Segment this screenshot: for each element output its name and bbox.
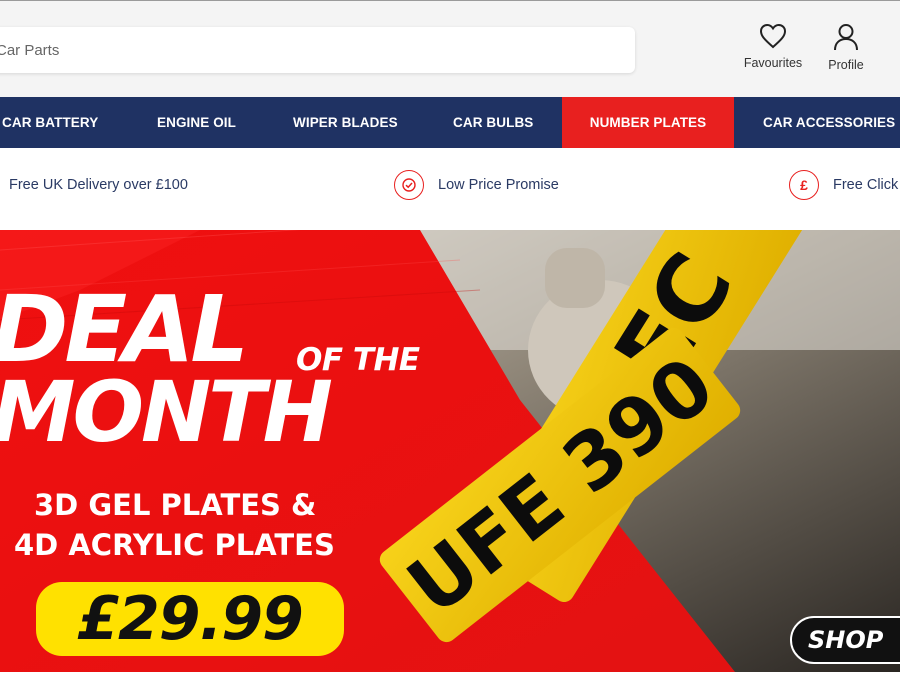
usp-strip: Free UK Delivery over £100 Low Price Pro… [0, 148, 900, 230]
below-hero-area [0, 672, 900, 700]
hero-title-month: MONTH [0, 363, 333, 461]
usp-low-price-text: Low Price Promise [438, 177, 559, 193]
pound-icon: £ [789, 170, 819, 200]
shop-now-button[interactable]: SHOP [790, 616, 900, 664]
usp-free-click-text: Free Click [833, 177, 899, 193]
page: Favourites Profile CAR BATTERY ENGINE OI… [0, 0, 900, 700]
usp-free-delivery: Free UK Delivery over £100 [9, 170, 188, 200]
hero-banner[interactable]: 99 EC UFE 390 DEAL OF THE MONTH 3D GEL P… [0, 230, 900, 672]
nav-item-car-battery[interactable]: CAR BATTERY [2, 97, 98, 148]
nav-item-number-plates[interactable]: NUMBER PLATES [562, 97, 734, 148]
favourites-label: Favourites [743, 56, 803, 70]
usp-free-delivery-text: Free UK Delivery over £100 [9, 177, 188, 193]
profile-label: Profile [828, 58, 864, 72]
nav-item-car-bulbs[interactable]: CAR BULBS [453, 97, 533, 148]
nav-item-car-accessories[interactable]: CAR ACCESSORIES [763, 97, 895, 148]
profile-button[interactable]: Profile [822, 23, 870, 72]
hero-subtitle-gel: 3D GEL PLATES & [34, 488, 317, 522]
check-badge-icon [394, 170, 424, 200]
heart-icon [759, 23, 787, 49]
price-badge: £29.99 [36, 582, 344, 656]
nav-item-engine-oil[interactable]: ENGINE OIL [157, 97, 236, 148]
nav-item-wiper-blades[interactable]: WIPER BLADES [293, 97, 398, 148]
usp-low-price: Low Price Promise [394, 170, 559, 200]
site-header: Favourites Profile [0, 0, 900, 97]
usp-free-click: £ Free Click [789, 170, 898, 200]
search-bar[interactable] [0, 27, 635, 73]
user-icon [834, 24, 858, 51]
hero-subtitle-acrylic: 4D ACRYLIC PLATES [14, 528, 335, 562]
search-input[interactable] [0, 27, 635, 73]
main-nav: CAR BATTERY ENGINE OIL WIPER BLADES CAR … [0, 97, 900, 148]
favourites-button[interactable]: Favourites [736, 23, 810, 70]
